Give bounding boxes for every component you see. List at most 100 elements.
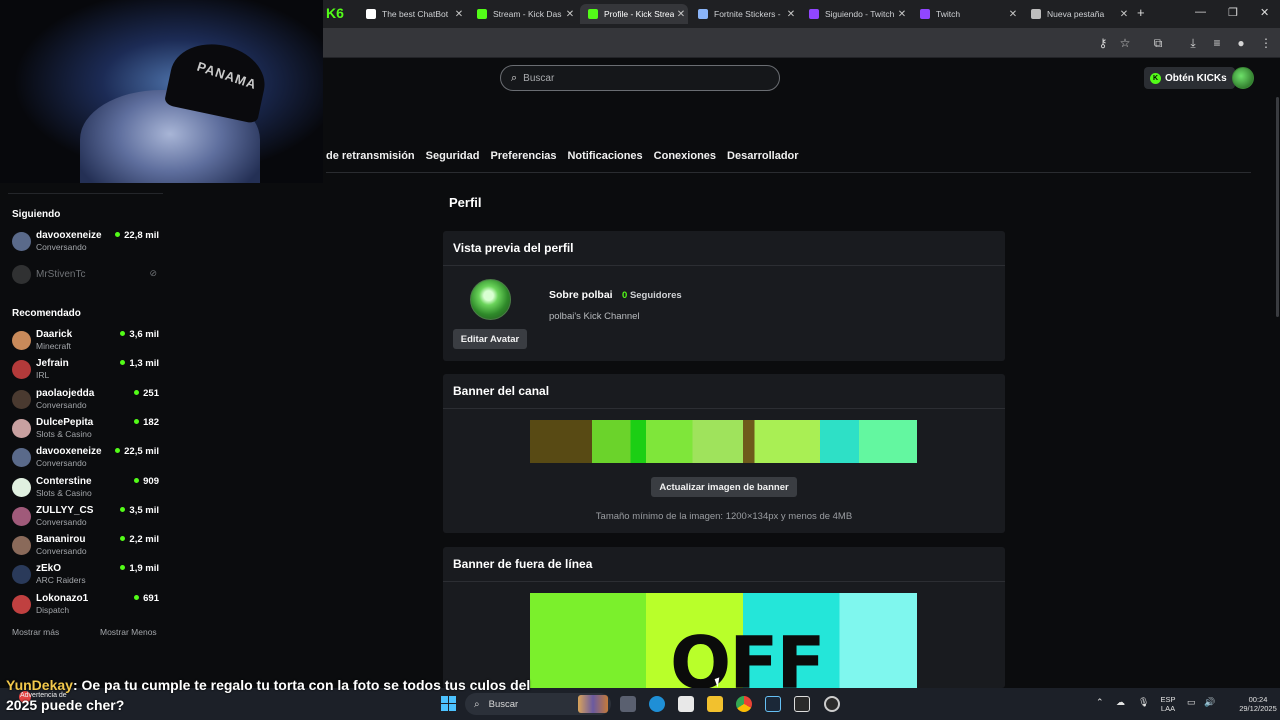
profile-icon[interactable]: ● [1233,35,1249,51]
kicks-coin-icon: K [1150,72,1161,84]
tray-chevron-icon[interactable]: ⌃ [1096,697,1104,708]
channel-avatar [12,594,31,614]
tray-display-icon[interactable]: ▭ [1187,697,1196,708]
page-scrollbar[interactable] [1276,97,1279,317]
close-window-icon[interactable]: ✕ [1260,6,1269,19]
channel-banner-title: Banner del canal [443,374,1005,409]
browser-tab[interactable]: Stream - Kick Das ✕ [469,4,577,24]
steam-icon[interactable] [765,696,781,712]
restore-icon[interactable]: ❐ [1228,6,1238,19]
settings-tab[interactable]: de retransmisión [326,150,415,162]
clock-time: 00:24 [1248,695,1268,704]
channel-description: polbai's Kick Channel [549,311,640,322]
get-kicks-button[interactable]: K Obtén KICKs [1144,67,1235,89]
channel-avatar [12,565,31,585]
media-icon[interactable]: ≡ [1209,35,1225,51]
extensions-icon[interactable]: ⧉ [1150,35,1166,51]
browser-tab[interactable]: Profile - Kick Strea ✕ [580,4,688,24]
password-key-icon[interactable]: ⚷ [1095,35,1111,51]
channel-avatar [12,360,31,380]
tray-volume-icon[interactable]: 🔊 [1204,697,1215,708]
channel-avatar [12,506,31,526]
file-explorer-icon[interactable] [707,696,723,712]
sidebar-channel[interactable]: Jefrain IRL 1,3 mil [12,357,159,383]
tab-close-icon[interactable]: ✕ [674,9,688,20]
channel-category: IRL [36,370,50,381]
update-banner-button[interactable]: Actualizar imagen de banner [651,477,797,497]
sidebar-channel[interactable]: paolaojedda Conversando 251 [12,387,159,413]
tab-label: Fortnite Stickers - [714,9,781,19]
sidebar-channel[interactable]: MrStivenTc ⊘ [12,262,159,288]
sidebar-channel[interactable]: ZULLYY_CS Conversando 3,5 mil [12,504,159,530]
edit-avatar-button[interactable]: Editar Avatar [453,329,527,349]
sidebar-channel[interactable]: Conterstine Slots & Casino 909 [12,475,159,501]
edge-icon[interactable] [649,696,665,712]
download-icon[interactable]: ⤓ [1185,35,1201,51]
browser-tab[interactable]: Fortnite Stickers - ✕ [690,4,798,24]
tray-mic-icon[interactable]: 🎙 [1138,697,1149,708]
sidebar-channel[interactable]: zEkO ARC Raiders 1,9 mil [12,562,159,588]
sidebar-channel[interactable]: DulcePepita Slots & Casino 182 [12,416,159,442]
kick-logo-partial: K6 [326,5,344,21]
search-bar[interactable]: ⌕ [500,65,780,91]
viewer-count: 1,3 mil [120,358,159,369]
search-highlight-icon[interactable] [578,695,608,713]
tab-label: The best ChatBot [382,9,449,19]
tab-close-icon[interactable]: ✕ [1006,9,1020,20]
sidebar-channel[interactable]: davooxeneize Conversando 22,5 mil [12,445,159,471]
minimize-icon[interactable]: — [1195,6,1206,18]
settings-tab[interactable]: Preferencias [490,150,556,162]
bookmark-star-icon[interactable]: ☆ [1117,35,1133,51]
show-more-link[interactable]: Mostrar más [12,627,59,637]
page-title: Perfil [449,195,482,210]
tray-network-app-icon[interactable]: ☁ [1116,697,1125,708]
settings-tab[interactable]: Notificaciones [567,150,642,162]
tray-language[interactable]: ESP LAA [1159,695,1177,713]
tab-close-icon[interactable]: ✕ [784,9,798,20]
tab-label: Profile - Kick Strea [604,9,674,19]
channel-category: Dispatch [36,604,70,615]
store-icon[interactable] [678,696,694,712]
task-view-icon[interactable] [620,696,636,712]
channel-avatar [12,477,31,497]
browser-tab[interactable]: The best ChatBot ✕ [358,4,466,24]
search-input[interactable] [523,72,754,84]
sidebar-channel[interactable]: Daarick Minecraft 3,6 mil [12,328,159,354]
menu-icon[interactable]: ⋮ [1258,35,1274,51]
channel-name: davooxeneize [36,230,102,241]
show-less-link[interactable]: Mostrar Menos [100,627,157,637]
browser-tab[interactable]: Twitch ✕ [912,4,1020,24]
tab-close-icon[interactable]: ✕ [563,9,577,20]
offline-banner-image: OFF [530,593,917,688]
offline-banner-title: Banner de fuera de línea [443,547,1005,582]
sidebar-channel[interactable]: davooxeneize Conversando 22,8 mil [12,229,159,255]
channel-category: Conversando [36,546,87,557]
channel-category: Conversando [36,458,87,469]
tab-favicon-icon [809,9,819,19]
user-avatar[interactable] [1232,67,1254,89]
channel-name: Conterstine [36,475,92,487]
chrome-icon[interactable] [736,696,752,712]
browser-tab[interactable]: Nueva pestaña ✕ [1023,4,1131,24]
tab-close-icon[interactable]: ✕ [895,9,909,20]
channel-avatar [12,418,31,438]
channel-avatar [12,448,31,468]
settings-tab[interactable]: Seguridad [426,150,480,162]
settings-tab[interactable]: Desarrollador [727,150,799,162]
tab-label: Stream - Kick Das [493,9,562,19]
settings-tabs: de retransmisión Seguridad Preferencias Not… [326,150,799,162]
obs-icon[interactable] [824,696,840,712]
channel-avatar [12,265,31,284]
new-tab-button[interactable]: + [1137,5,1145,20]
webcam-overlay: PANAMA [0,0,323,183]
epic-games-icon[interactable] [794,696,810,712]
sidebar-channel[interactable]: Lokonazo1 Dispatch 691 [12,592,159,618]
tab-close-icon[interactable]: ✕ [452,9,466,20]
tab-close-icon[interactable]: ✕ [1117,9,1131,20]
tray-clock[interactable]: 00:24 29/12/2025 [1238,695,1278,713]
channel-name: Lokonazo1 [36,592,89,604]
settings-tab[interactable]: Conexiones [654,150,716,162]
sidebar-channel[interactable]: Bananirou Conversando 2,2 mil [12,533,159,559]
browser-tab[interactable]: Siguiendo - Twitch ✕ [801,4,909,24]
followers-label: Seguidores [629,290,682,301]
